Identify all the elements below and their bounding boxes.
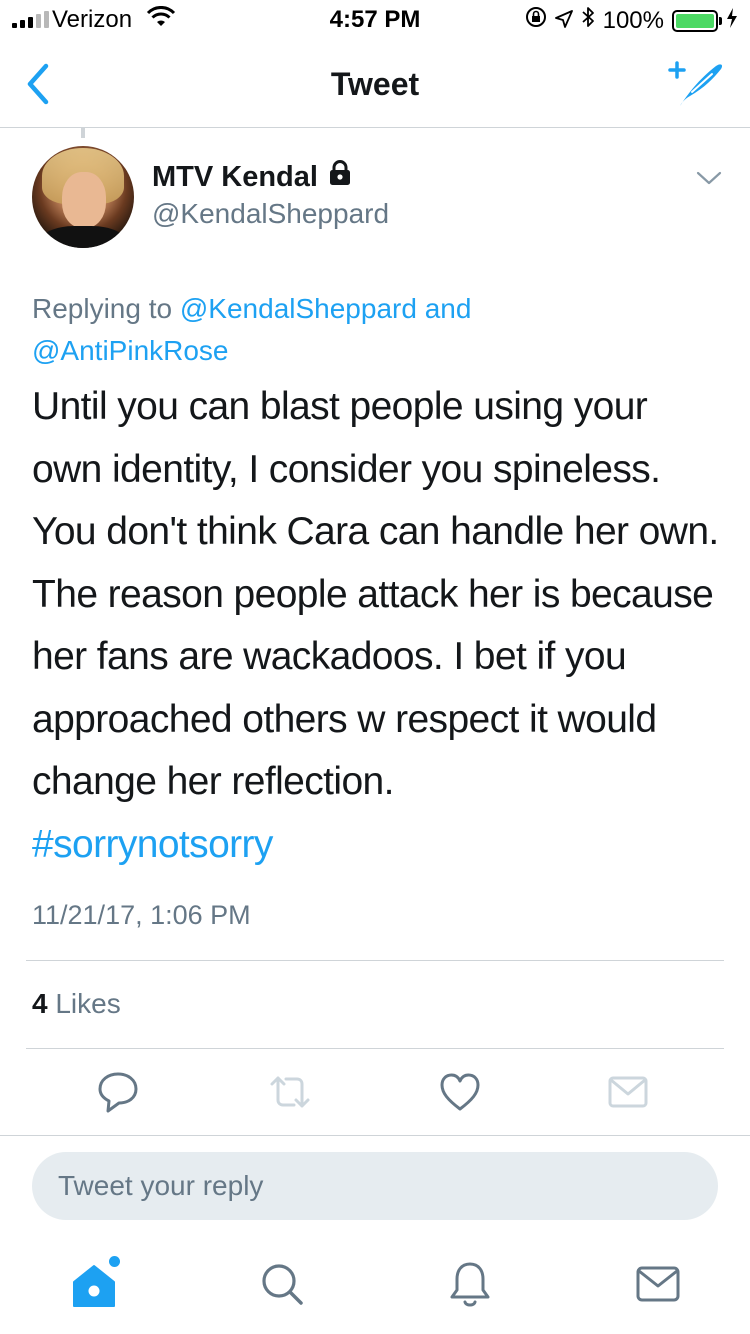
likes-count[interactable]: 4 Likes <box>32 988 121 1020</box>
divider <box>0 1135 750 1136</box>
author-display-name: MTV Kendal <box>152 160 318 193</box>
location-icon <box>554 7 573 35</box>
messages-icon <box>636 1266 680 1302</box>
tab-messages[interactable] <box>634 1258 682 1310</box>
replying-to: Replying to @KendalSheppard and @AntiPin… <box>32 288 722 372</box>
divider <box>26 1048 724 1049</box>
unread-indicator <box>109 1256 120 1267</box>
divider <box>26 960 724 961</box>
thread-connector-line <box>81 128 85 138</box>
reply-icon <box>98 1072 138 1113</box>
tab-search[interactable] <box>258 1258 306 1310</box>
charging-bolt-icon <box>726 7 738 35</box>
battery-percent: 100% <box>602 6 664 34</box>
status-bar: Verizon 4:57 PM 100% <box>0 0 750 40</box>
likes-label: Likes <box>47 988 121 1019</box>
chevron-down-icon <box>696 171 722 185</box>
mention-link[interactable]: @KendalSheppard <box>180 293 417 324</box>
tweet-text: Until you can blast people using your ow… <box>32 385 719 803</box>
author-name-row[interactable]: MTV Kendal <box>152 160 352 194</box>
mention-joiner: and <box>416 293 472 324</box>
direct-message-button <box>608 1070 652 1114</box>
direct-message-icon <box>608 1076 648 1108</box>
search-icon <box>262 1264 303 1305</box>
navigation-bar: Tweet <box>0 40 750 128</box>
avatar[interactable] <box>32 146 134 248</box>
author-handle[interactable]: @KendalSheppard <box>152 198 389 230</box>
tweet-timestamp: 11/21/17, 1:06 PM <box>32 900 251 930</box>
tab-home[interactable] <box>70 1256 120 1310</box>
tweet-body: Until you can blast people using your ow… <box>32 376 722 876</box>
rotation-lock-icon <box>525 6 547 35</box>
tab-notifications[interactable] <box>446 1258 494 1310</box>
reply-placeholder: Tweet your reply <box>58 1170 264 1201</box>
hashtag-link[interactable]: #sorrynotsorry <box>32 814 722 877</box>
like-icon <box>440 1073 480 1111</box>
retweet-icon <box>270 1076 310 1108</box>
lock-icon <box>328 160 352 194</box>
battery-icon <box>672 9 722 32</box>
reply-input[interactable]: Tweet your reply <box>32 1152 718 1220</box>
reply-button[interactable] <box>96 1070 140 1114</box>
likes-number: 4 <box>32 988 48 1019</box>
like-button[interactable] <box>438 1070 482 1114</box>
page-title: Tweet <box>330 66 420 102</box>
compose-tweet-button[interactable] <box>668 58 728 110</box>
bluetooth-icon <box>581 6 595 35</box>
tweet-options-button[interactable] <box>694 168 724 188</box>
compose-tweet-icon <box>668 61 723 106</box>
retweet-button <box>266 1070 310 1114</box>
notifications-icon <box>450 1262 490 1307</box>
mention-link[interactable]: @AntiPinkRose <box>32 335 229 366</box>
replying-prefix: Replying to <box>32 293 180 324</box>
